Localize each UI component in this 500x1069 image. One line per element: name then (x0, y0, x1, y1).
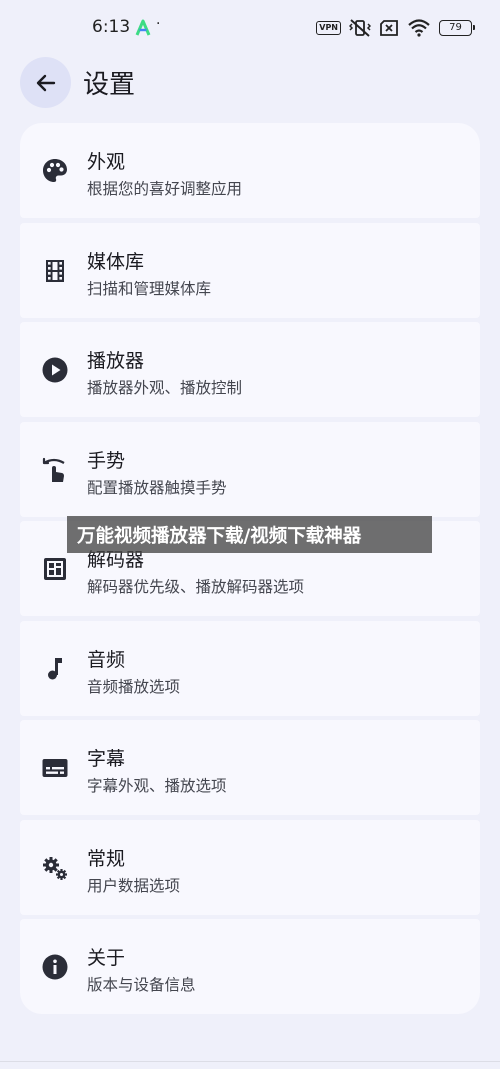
subtitles-icon (41, 754, 69, 782)
settings-item-subtitle: 版本与设备信息 (87, 976, 196, 994)
music-note-icon (41, 655, 69, 683)
settings-item-title: 音频 (87, 648, 126, 671)
settings-item-title: 外观 (87, 151, 126, 173)
settings-item-subtitle: 根据您的喜好调整应用 (87, 180, 243, 198)
settings-item-appearance[interactable]: 外观 根据您的喜好调整应用 (20, 123, 480, 218)
status-dot: · (156, 16, 161, 32)
info-icon (41, 953, 69, 981)
settings-item-title: 播放器 (87, 350, 145, 372)
chip-icon (41, 555, 69, 583)
watermark-text: 万能视频播放器下载/视频下载神器 (77, 526, 362, 547)
settings-item-title: 媒体库 (87, 250, 145, 273)
app-notification-icon (135, 19, 151, 36)
settings-list: 外观 根据您的喜好调整应用 媒体库 扫描和管理媒体库 播放器 播放器外观、播放控… (20, 123, 480, 1014)
settings-item-subtitle: 解码器优先级、播放解码器选项 (87, 578, 305, 596)
status-time: 6:13 (92, 17, 131, 37)
watermark-banner: 万能视频播放器下载/视频下载神器 (67, 516, 432, 553)
settings-item-subtitle: 用户数据选项 (87, 876, 181, 895)
page-title: 设置 (83, 70, 136, 100)
back-button[interactable] (20, 57, 71, 108)
settings-item-title: 手势 (87, 449, 126, 472)
settings-item-general[interactable]: 常规 用户数据选项 (20, 819, 480, 915)
settings-item-player[interactable]: 播放器 播放器外观、播放控制 (20, 322, 480, 417)
gears-icon (41, 854, 69, 882)
palette-icon (41, 157, 69, 185)
wifi-icon (408, 19, 430, 37)
settings-item-audio[interactable]: 音频 音频播放选项 (20, 620, 480, 716)
film-strip-icon (41, 257, 69, 285)
settings-item-subtitle: 音频播放选项 (87, 677, 181, 696)
vibrate-off-icon (349, 19, 371, 37)
settings-item-subtitle: 扫描和管理媒体库 (87, 279, 212, 298)
settings-screen: 6:13 · VPN 79 设置 外观 根据您的喜好调整应用 媒体库 扫描和管理… (0, 0, 500, 1069)
status-bar: 6:13 · VPN 79 (0, 0, 500, 56)
play-circle-icon (41, 356, 69, 384)
battery-indicator: 79 (439, 20, 475, 36)
status-icons: VPN 79 (316, 18, 475, 38)
settings-item-subtitles[interactable]: 字幕 字幕外观、播放选项 (20, 720, 480, 815)
settings-item-title: 关于 (87, 947, 126, 969)
settings-item-title: 常规 (87, 847, 126, 870)
settings-item-title: 字幕 (87, 748, 126, 770)
arrow-back-icon (36, 74, 55, 91)
settings-item-gestures[interactable]: 手势 配置播放器触摸手势 (20, 421, 480, 517)
settings-item-subtitle: 配置播放器触摸手势 (87, 478, 227, 497)
settings-item-subtitle: 播放器外观、播放控制 (87, 379, 243, 397)
settings-item-media-library[interactable]: 媒体库 扫描和管理媒体库 (20, 222, 480, 318)
navigation-divider (0, 1061, 500, 1062)
no-sim-icon (380, 20, 398, 36)
swipe-gesture-icon (41, 456, 69, 484)
app-header: 设置 (0, 56, 500, 112)
vpn-badge: VPN (316, 21, 341, 35)
settings-item-about[interactable]: 关于 版本与设备信息 (20, 919, 480, 1014)
settings-item-subtitle: 字幕外观、播放选项 (87, 777, 227, 795)
